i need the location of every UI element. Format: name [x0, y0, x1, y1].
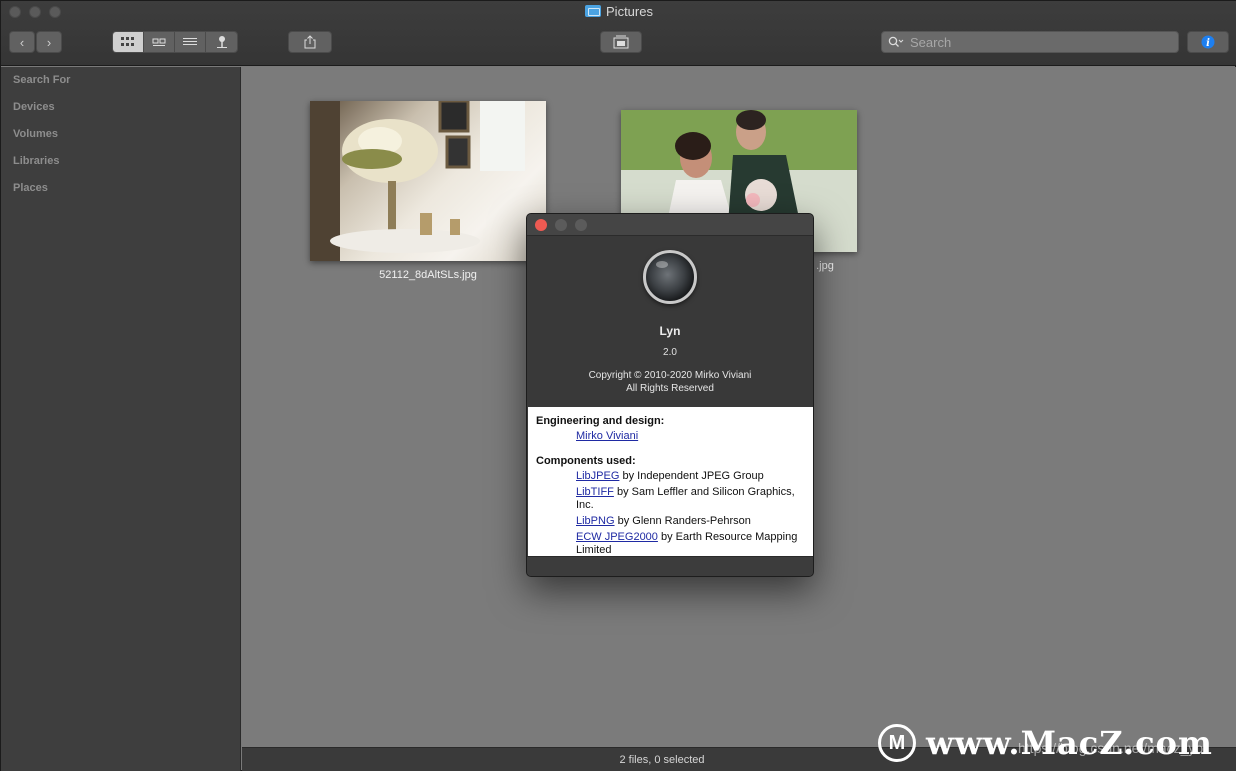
app-name: Lyn — [659, 324, 681, 338]
window-title: Pictures — [1, 4, 1236, 19]
engineer-item: Mirko Viviani — [576, 430, 805, 443]
flowers-photo — [310, 101, 525, 261]
sidebar-section-volumes[interactable]: Volumes — [13, 128, 58, 140]
engineering-heading: Engineering and design: — [536, 415, 665, 427]
watermark: M www.MacZ.com https://blog.csdn.net/mac… — [878, 724, 1213, 762]
macz-logo-icon: M — [878, 724, 916, 762]
slideshow-icon — [613, 35, 629, 49]
component-link-ecw-jpeg2000[interactable]: ECW JPEG2000 — [576, 531, 658, 543]
component-credit: by Independent JPEG Group — [619, 470, 764, 482]
chevron-right-icon: › — [46, 34, 52, 50]
about-title-bar — [527, 214, 813, 236]
search-input[interactable] — [910, 34, 1170, 50]
filmstrip-icon — [152, 38, 166, 46]
lyn-app-icon — [643, 250, 697, 304]
about-minimize-button — [555, 219, 567, 231]
component-link-libtiff[interactable]: LibTIFF — [576, 486, 614, 498]
slideshow-button[interactable] — [600, 31, 642, 53]
credits-panel[interactable]: Engineering and design: Mirko Viviani Co… — [528, 407, 813, 556]
chevron-left-icon: ‹ — [19, 34, 25, 50]
folder-icon — [585, 5, 602, 17]
sidebar-section-search-for[interactable]: Search For — [13, 74, 70, 86]
file-name-1[interactable]: 52112_8dAltSLs.jpg — [328, 269, 528, 281]
component-item: LibJPEG by Independent JPEG Group — [576, 470, 805, 483]
title-bar: Pictures ‹ › Search i — [1, 1, 1236, 66]
map-pin-icon — [216, 36, 227, 48]
info-icon: i — [1201, 35, 1215, 49]
component-link-libpng[interactable]: LibPNG — [576, 515, 615, 527]
search-field[interactable] — [881, 31, 1179, 53]
sidebar-section-devices[interactable]: Devices — [13, 101, 55, 113]
grid-icon — [121, 37, 134, 46]
component-item: LibTIFF by Sam Leffler and Silicon Graph… — [576, 486, 805, 512]
rights-text: All Rights Reserved — [626, 383, 714, 394]
map-view-button[interactable] — [206, 32, 237, 52]
info-button[interactable]: i — [1187, 31, 1229, 53]
engineer-link[interactable]: Mirko Viviani — [576, 430, 638, 442]
grid-view-button[interactable] — [113, 32, 144, 52]
component-item: ECW JPEG2000 by Earth Resource Mapping L… — [576, 531, 805, 556]
component-link-libjpeg[interactable]: LibJPEG — [576, 470, 619, 482]
about-footer — [527, 556, 813, 576]
search-icon — [888, 36, 904, 47]
list-icon — [183, 38, 197, 45]
sidebar-section-places[interactable]: Places — [13, 182, 48, 194]
sidebar: Search For Devices Volumes Libraries Pla… — [1, 67, 241, 771]
copyright-text: Copyright © 2010-2020 Mirko Viviani — [588, 370, 752, 381]
about-close-button[interactable] — [535, 219, 547, 231]
thumbnail-flowers[interactable] — [310, 101, 546, 261]
filmstrip-view-button[interactable] — [144, 32, 175, 52]
file-name-2[interactable]: .jpg — [815, 260, 835, 272]
share-icon — [304, 35, 316, 49]
list-view-button[interactable] — [175, 32, 206, 52]
components-heading: Components used: — [536, 455, 636, 467]
about-dialog: Lyn 2.0 Copyright © 2010-2020 Mirko Vivi… — [526, 213, 814, 577]
svg-text:i: i — [1206, 38, 1210, 49]
copyright-block: Copyright © 2010-2020 Mirko Viviani All … — [527, 369, 813, 395]
app-version: 2.0 — [663, 347, 677, 358]
component-credit: by Glenn Randers-Pehrson — [614, 515, 751, 527]
window-title-text: Pictures — [606, 4, 653, 19]
about-zoom-button — [575, 219, 587, 231]
sidebar-section-libraries[interactable]: Libraries — [13, 155, 59, 167]
share-button[interactable] — [288, 31, 332, 53]
watermark-url: https://blog.csdn.net/macz_yo — [1018, 740, 1204, 756]
back-button[interactable]: ‹ — [9, 31, 35, 53]
forward-button[interactable]: › — [36, 31, 62, 53]
view-mode-selector — [112, 31, 238, 53]
component-item: LibPNG by Glenn Randers-Pehrson — [576, 515, 805, 528]
